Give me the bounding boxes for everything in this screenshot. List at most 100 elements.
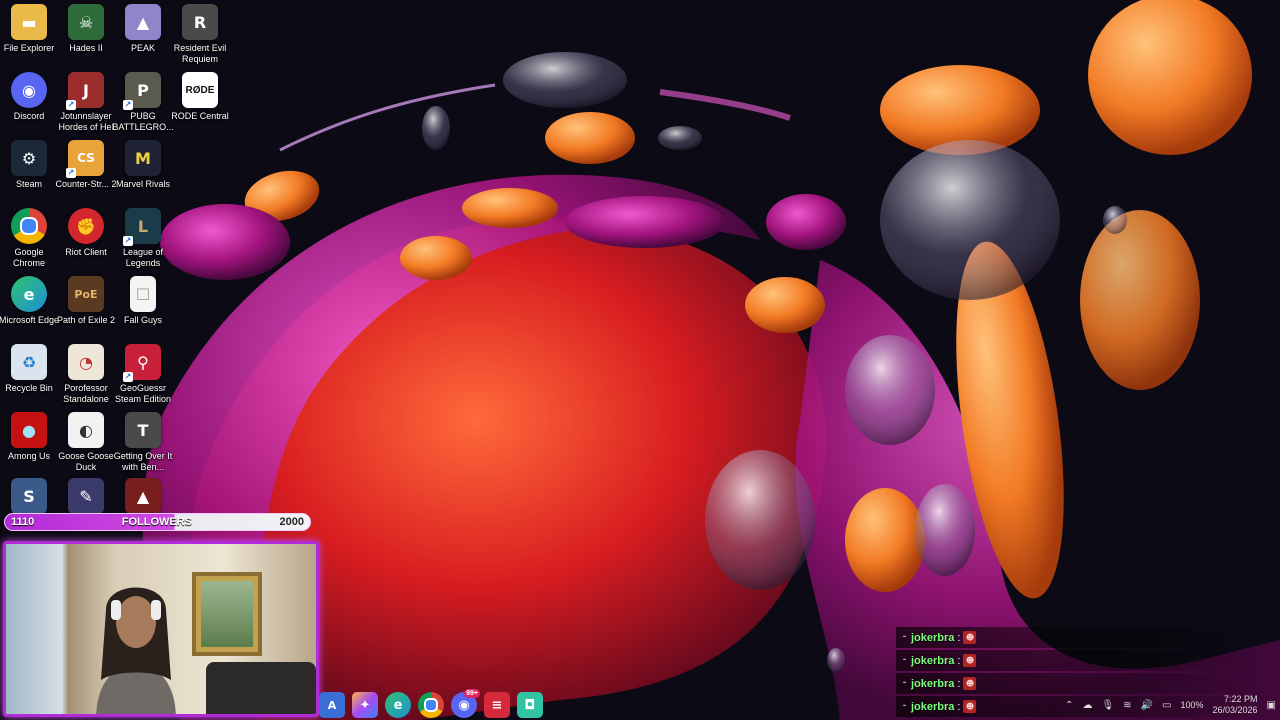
chat-message: ⁃ jokerbra : ☻ — [896, 627, 1280, 648]
shortcut-arrow-icon: ↗ — [66, 100, 76, 110]
edge-icon[interactable]: e — [385, 692, 411, 718]
chat-bullet-icon: ⁃ — [902, 632, 907, 643]
desktop-icon-feather-app[interactable]: ✎ — [57, 478, 115, 514]
porofessor-icon: ◔ — [68, 344, 104, 380]
notification-icon[interactable]: ▣ — [1267, 700, 1276, 711]
webcam-overlay — [3, 541, 319, 717]
chat-bullet-icon: ⁃ — [902, 655, 907, 666]
chat-separator: : — [957, 700, 961, 713]
chrome-center-icon — [20, 217, 38, 235]
shortcut-arrow-icon: ↗ — [66, 168, 76, 178]
getting-over-it-icon: T — [125, 412, 161, 448]
desktop-icon-google-chrome[interactable]: Google Chrome — [0, 208, 58, 269]
rode-icon: RØDE — [182, 72, 218, 108]
discord-icon: ◉ — [11, 72, 47, 108]
feather-app-icon: ✎ — [68, 478, 104, 514]
resident-evil-icon: R — [182, 4, 218, 40]
chat-username: jokerbra — [911, 700, 955, 713]
clock[interactable]: 7:22 PM 26/03/2026 — [1213, 694, 1258, 716]
streamlabs-icon[interactable]: ◘ — [517, 692, 543, 718]
recycle-bin-icon: ♻ — [11, 344, 47, 380]
chrome-icon — [11, 208, 47, 244]
desktop-icon-microsoft-edge[interactable]: e Microsoft Edge — [0, 276, 59, 326]
microphone-icon[interactable]: 🎙 — [1101, 700, 1114, 711]
emote-icon: ☻ — [963, 677, 977, 690]
desktop-icon-steam[interactable]: ⚙ Steam — [0, 140, 58, 190]
desktop-icon-jotunnslayer[interactable]: J ↗ Jotunnslayer Hordes of Hel — [57, 72, 115, 133]
followers-goal-count: 2000 — [279, 516, 304, 528]
chevron-up-icon[interactable]: ⌃ — [1065, 700, 1073, 711]
chat-separator: : — [957, 677, 961, 690]
battery-icon[interactable]: ▭ — [1162, 700, 1171, 711]
taskbar-apps: A ✦ e ◉ 99+ ≡ ◘ — [319, 689, 543, 720]
desktop-icon-pubg[interactable]: P ↗ PUBG BATTLEGRO... — [112, 72, 174, 133]
chat-message: ⁃ jokerbra : ☻ — [896, 650, 1280, 671]
steam-icon: ⚙ — [11, 140, 47, 176]
hooded-game-icon: ▲ — [125, 478, 161, 514]
goose-goose-duck-icon: ◐ — [68, 412, 104, 448]
jotunnslayer-icon: J ↗ — [66, 72, 104, 110]
counter-strike-icon: CS ↗ — [66, 140, 104, 178]
discord-icon[interactable]: ◉ 99+ — [451, 689, 480, 718]
peak-icon: ▲ — [125, 4, 161, 40]
desktop-icon-hades-ii[interactable]: ☠ Hades II — [57, 4, 115, 54]
chat-separator: : — [957, 654, 961, 667]
emote-icon: ☻ — [963, 700, 977, 713]
hades-icon: ☠ — [68, 4, 104, 40]
chrome-icon[interactable] — [418, 692, 444, 718]
desktop-icon-path-of-exile-2[interactable]: PoE Path of Exile 2 — [57, 276, 115, 326]
system-tray: ⌃ ☁ 🎙 ≋ 🔊 ▭ 100% 7:22 PM 26/03/2026 ▣ — [1065, 690, 1276, 720]
desktop-icon-discord[interactable]: ◉ Discord — [0, 72, 58, 122]
pubg-icon: P ↗ — [123, 72, 161, 110]
copilot-icon[interactable]: ✦ — [352, 692, 378, 718]
chat-separator: : — [957, 631, 961, 644]
chat-bullet-icon: ⁃ — [902, 701, 907, 712]
fall-guys-icon: ☐ — [130, 276, 156, 312]
desktop-icon-peak[interactable]: ▲ PEAK — [114, 4, 172, 54]
cloud-icon[interactable]: ☁ — [1082, 700, 1092, 711]
desktop-icon-geoguessr[interactable]: ⚲ ↗ GeoGuessr Steam Edition — [114, 344, 172, 405]
emote-icon: ☻ — [963, 631, 977, 644]
desktop-icon-fall-guys[interactable]: ☐ Fall Guys — [114, 276, 172, 326]
discord-notification-badge: 99+ — [464, 689, 480, 698]
clock-time: 7:22 PM — [1224, 694, 1258, 704]
battery-percent: 100% — [1180, 700, 1204, 710]
league-of-legends-icon: L ↗ — [123, 208, 161, 246]
desktop-icon-survivor-game[interactable]: S — [0, 478, 58, 514]
geoguessr-icon: ⚲ ↗ — [123, 344, 161, 382]
folder-icon: ▬ — [11, 4, 47, 40]
wifi-icon[interactable]: ≋ — [1123, 700, 1131, 711]
chat-bullet-icon: ⁃ — [902, 678, 907, 689]
shortcut-arrow-icon: ↗ — [123, 372, 133, 382]
desktop-icon-goose-goose-duck[interactable]: ◐ Goose Goose Duck — [57, 412, 115, 473]
path-of-exile-icon: PoE — [68, 276, 104, 312]
among-us-icon: ● — [11, 412, 47, 448]
survivor-game-icon: S — [11, 478, 47, 514]
desktop-icon-recycle-bin[interactable]: ♻ Recycle Bin — [0, 344, 58, 394]
followers-label: FOLLOWERS — [121, 516, 193, 528]
followers-current-count: 1110 — [11, 516, 35, 528]
elgato-icon[interactable]: ≡ — [484, 692, 510, 718]
chat-username: jokerbra — [911, 631, 955, 644]
desktop-icon-league-of-legends[interactable]: L ↗ League of Legends — [114, 208, 172, 269]
shortcut-arrow-icon: ↗ — [123, 100, 133, 110]
app-launcher-icon[interactable]: A — [319, 692, 345, 718]
desktop-icon-counter-strike-2[interactable]: CS ↗ Counter-Str... 2 — [55, 140, 117, 190]
desktop-icon-riot-client[interactable]: ✊ Riot Client — [57, 208, 115, 258]
chat-username: jokerbra — [911, 677, 955, 690]
wall-painting — [192, 572, 262, 656]
speaker-icon[interactable]: 🔊 — [1141, 700, 1153, 711]
marvel-rivals-icon: M — [125, 140, 161, 176]
followers-goal-bar: 1110 FOLLOWERS 2000 — [4, 513, 311, 531]
streamer-figure — [96, 587, 176, 714]
desktop-icon-porofessor[interactable]: ◔ Porofessor Standalone — [57, 344, 115, 405]
desktop-icon-getting-over-it[interactable]: T Getting Over It with Ben... — [114, 412, 172, 473]
emote-icon: ☻ — [963, 654, 977, 667]
desktop-icon-rode-central[interactable]: RØDE RODE Central — [171, 72, 229, 122]
desktop-icon-hooded-game[interactable]: ▲ — [114, 478, 172, 514]
desktop-icon-marvel-rivals[interactable]: M Marvel Rivals — [114, 140, 172, 190]
chat-username: jokerbra — [911, 654, 955, 667]
desktop-icon-among-us[interactable]: ● Among Us — [0, 412, 58, 462]
desktop-icon-resident-evil-requiem[interactable]: R Resident Evil Requiem — [171, 4, 229, 65]
desktop-icon-file-explorer[interactable]: ▬ File Explorer — [0, 4, 58, 54]
